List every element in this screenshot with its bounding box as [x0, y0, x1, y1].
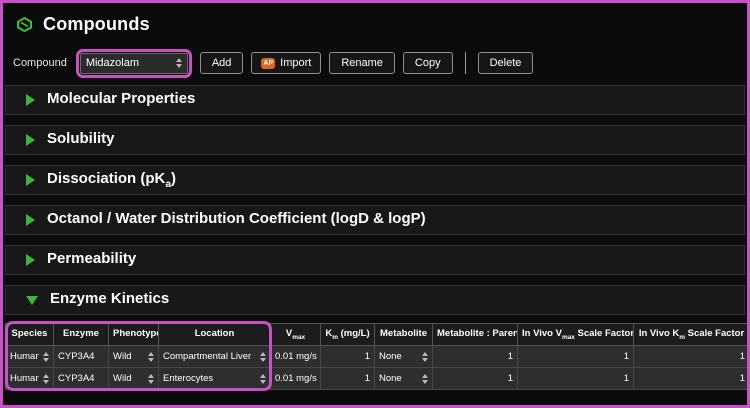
section-octanol-water-coefficient[interactable]: Octanol / Water Distribution Coefficient…: [5, 205, 745, 235]
ap-badge-icon: AP: [261, 58, 275, 69]
compound-toolbar: Compound Midazolam Add AP Import Rename …: [3, 45, 747, 81]
col-header-invivo-km-scale: In Vivo Km Scale Factor: [634, 324, 750, 346]
expand-arrow-icon: [26, 134, 35, 146]
add-button[interactable]: Add: [200, 52, 244, 74]
enzyme-cell[interactable]: CYP3A4: [54, 368, 109, 390]
chevron-updown-icon: [43, 374, 49, 384]
molecule-icon: [15, 16, 34, 33]
metabolite-select[interactable]: None: [375, 368, 433, 390]
copy-button[interactable]: Copy: [403, 52, 453, 74]
compound-select-value: Midazolam: [86, 57, 172, 69]
section-label: Molecular Properties: [47, 90, 195, 110]
enzyme-kinetics-table: Species Enzyme Phenotype Location Vmax K…: [5, 323, 750, 390]
expand-arrow-icon: [26, 94, 35, 106]
chevron-updown-icon: [260, 374, 266, 384]
collapse-arrow-icon: [26, 296, 38, 305]
section-label: Permeability: [47, 250, 136, 270]
phenotype-select[interactable]: Wild: [109, 346, 159, 368]
delete-button[interactable]: Delete: [478, 52, 534, 74]
section-permeability[interactable]: Permeability: [5, 245, 745, 275]
sections-list: Molecular Properties Solubility Dissocia…: [3, 81, 747, 405]
location-select[interactable]: Enterocytes: [159, 368, 271, 390]
col-header-enzyme: Enzyme: [54, 324, 109, 346]
metabolite-select[interactable]: None: [375, 346, 433, 368]
section-label: Octanol / Water Distribution Coefficient…: [47, 210, 426, 230]
table-row: Human CYP3A4 Wild Compartmental Liver 0.…: [6, 346, 750, 368]
chevron-updown-icon: [148, 352, 154, 362]
vmax-cell[interactable]: 0.01 mg/s: [271, 368, 321, 390]
col-header-vmax: Vmax: [271, 324, 321, 346]
section-label: Dissociation (pKa): [47, 170, 176, 190]
km-cell[interactable]: 1: [321, 346, 375, 368]
section-solubility[interactable]: Solubility: [5, 125, 745, 155]
col-header-phenotype: Phenotype: [109, 324, 159, 346]
col-header-metabolite: Metabolite: [375, 324, 433, 346]
enzyme-cell[interactable]: CYP3A4: [54, 346, 109, 368]
col-header-location: Location: [159, 324, 271, 346]
compound-select[interactable]: Midazolam: [80, 53, 188, 74]
import-button-label: Import: [280, 57, 311, 69]
invivo-km-scale-cell[interactable]: 1: [634, 368, 750, 390]
enzyme-kinetics-table-wrap: Species Enzyme Phenotype Location Vmax K…: [5, 323, 745, 390]
expand-arrow-icon: [26, 174, 35, 186]
section-dissociation[interactable]: Dissociation (pKa): [5, 165, 745, 195]
location-select[interactable]: Compartmental Liver: [159, 346, 271, 368]
species-select[interactable]: Human: [6, 346, 54, 368]
chevron-updown-icon: [260, 352, 266, 362]
table-header-row: Species Enzyme Phenotype Location Vmax K…: [6, 324, 750, 346]
col-header-metabolite-parent: Metabolite : Parent: [433, 324, 518, 346]
chevron-updown-icon: [422, 374, 428, 384]
chevron-updown-icon: [148, 374, 154, 384]
section-label: Solubility: [47, 130, 115, 150]
section-enzyme-kinetics[interactable]: Enzyme Kinetics: [5, 285, 745, 315]
expand-arrow-icon: [26, 214, 35, 226]
table-row: Human CYP3A4 Wild Enterocytes 0.01 mg/s …: [6, 368, 750, 390]
chevron-updown-icon: [176, 58, 182, 68]
invivo-vmax-scale-cell[interactable]: 1: [518, 346, 634, 368]
compound-label: Compound: [13, 57, 67, 69]
col-header-km: Km (mg/L): [321, 324, 375, 346]
col-header-species: Species: [6, 324, 54, 346]
import-button[interactable]: AP Import: [251, 52, 321, 74]
compounds-window: Compounds Compound Midazolam Add AP Impo…: [0, 0, 750, 408]
toolbar-divider: [465, 52, 466, 74]
invivo-km-scale-cell[interactable]: 1: [634, 346, 750, 368]
rename-button[interactable]: Rename: [329, 52, 395, 74]
vmax-cell[interactable]: 0.01 mg/s: [271, 346, 321, 368]
title-bar: Compounds: [3, 3, 747, 45]
expand-arrow-icon: [26, 254, 35, 266]
col-header-invivo-vmax-scale: In Vivo Vmax Scale Factor: [518, 324, 634, 346]
page-title: Compounds: [43, 14, 150, 35]
chevron-updown-icon: [43, 352, 49, 362]
phenotype-select[interactable]: Wild: [109, 368, 159, 390]
compound-select-highlight: Midazolam: [76, 49, 192, 78]
chevron-updown-icon: [422, 352, 428, 362]
km-cell[interactable]: 1: [321, 368, 375, 390]
metabolite-parent-cell[interactable]: 1: [433, 346, 518, 368]
metabolite-parent-cell[interactable]: 1: [433, 368, 518, 390]
section-molecular-properties[interactable]: Molecular Properties: [5, 85, 745, 115]
species-select[interactable]: Human: [6, 368, 54, 390]
section-label: Enzyme Kinetics: [50, 290, 169, 310]
invivo-vmax-scale-cell[interactable]: 1: [518, 368, 634, 390]
